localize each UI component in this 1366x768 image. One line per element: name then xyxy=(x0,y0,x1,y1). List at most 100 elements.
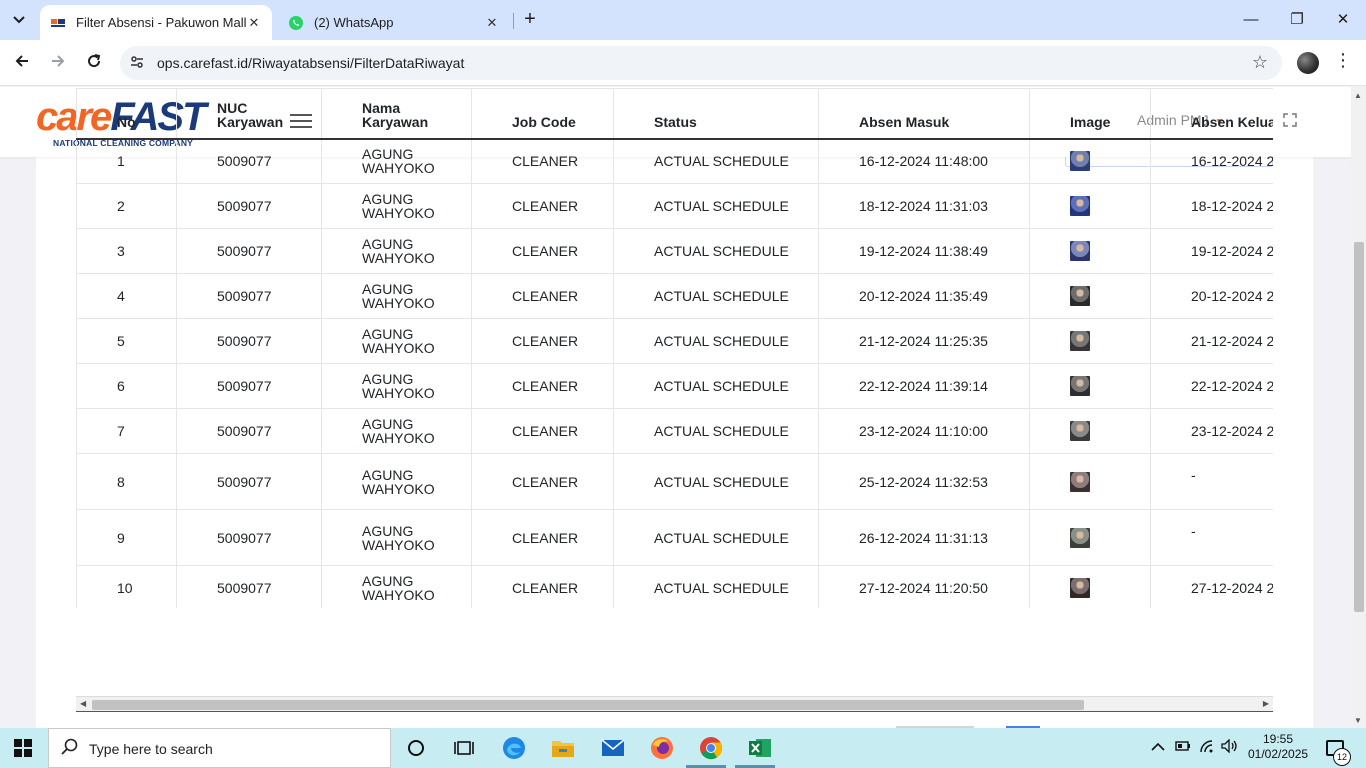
cell-image xyxy=(1029,138,1151,184)
excel-icon[interactable] xyxy=(745,734,775,762)
cell-status: ACTUAL SCHEDULE xyxy=(613,183,819,229)
table-row: 6 5009077 AGUNG WAHYOKO CLEANER ACTUAL SCHEDU… xyxy=(76,363,1273,409)
site-info-icon[interactable] xyxy=(128,54,146,72)
cortana-icon[interactable] xyxy=(401,734,431,762)
volume-icon[interactable] xyxy=(1221,738,1239,756)
cell-job: CLEANER xyxy=(471,138,614,184)
cell-nama: AGUNG WAHYOKO xyxy=(321,565,472,608)
selfie-thumbnail[interactable] xyxy=(1070,421,1090,441)
horizontal-scrollbar[interactable]: ◀ ▶ xyxy=(76,696,1273,712)
cell-status: ACTUAL SCHEDULE xyxy=(613,408,819,454)
tab-search-icon[interactable] xyxy=(6,7,32,33)
url-text[interactable]: ops.carefast.id/Riwayatabsensi/FilterDat… xyxy=(157,55,464,71)
menu-kebab-icon[interactable]: ⋮ xyxy=(1334,50,1352,71)
cell-absen-keluar: 19-12-2024 2 xyxy=(1150,228,1273,274)
cell-job: CLEANER xyxy=(471,273,614,319)
search-icon xyxy=(61,738,79,761)
cell-status: ACTUAL SCHEDULE xyxy=(613,138,819,184)
cell-status: ACTUAL SCHEDULE xyxy=(613,273,819,319)
cell-job: CLEANER xyxy=(471,453,614,510)
system-clock[interactable]: 19:55 01/02/2025 xyxy=(1248,732,1308,762)
cell-image xyxy=(1029,453,1151,510)
new-tab-button[interactable]: + xyxy=(518,8,542,32)
attendance-table: No NUC Karyawan Nama Karyawan Job Code Sta… xyxy=(76,88,1273,608)
cell-absen-masuk: 25-12-2024 11:32:53 xyxy=(818,453,1030,510)
wifi-icon[interactable] xyxy=(1199,739,1217,756)
scroll-down-icon[interactable]: ▼ xyxy=(1354,716,1362,725)
selfie-thumbnail[interactable] xyxy=(1070,286,1090,306)
cell-nuc: 5009077 xyxy=(176,363,322,409)
scroll-left-icon[interactable]: ◀ xyxy=(80,699,86,708)
tab-title: Filter Absensi - Pakuwon Mall Y xyxy=(76,15,246,30)
col-nuc[interactable]: NUC Karyawan xyxy=(176,88,322,140)
col-nama[interactable]: Nama Karyawan xyxy=(321,88,472,140)
cell-nama: AGUNG WAHYOKO xyxy=(321,408,472,454)
vertical-scrollbar[interactable]: ▲ ▼ xyxy=(1351,87,1366,728)
cell-image xyxy=(1029,318,1151,364)
forward-icon[interactable] xyxy=(44,49,72,77)
table-row: 3 5009077 AGUNG WAHYOKO CLEANER ACTUAL SCHEDU… xyxy=(76,228,1273,274)
carefast-favicon-icon xyxy=(50,16,66,29)
col-no[interactable]: No xyxy=(76,88,177,140)
cell-absen-keluar: 16-12-2024 2 xyxy=(1150,138,1273,184)
tab-filter-absensi[interactable]: Filter Absensi - Pakuwon Mall Y ✕ xyxy=(40,5,272,40)
cell-absen-masuk: 16-12-2024 11:48:00 xyxy=(818,138,1030,184)
restore-button[interactable]: ❐ xyxy=(1274,6,1320,34)
back-icon[interactable] xyxy=(8,49,36,77)
cell-status: ACTUAL SCHEDULE xyxy=(613,565,819,608)
col-status[interactable]: Status xyxy=(613,88,819,140)
close-tab-icon[interactable]: ✕ xyxy=(484,15,500,31)
scroll-up-icon[interactable]: ▲ xyxy=(1354,91,1362,100)
cell-image xyxy=(1029,273,1151,319)
col-absen-keluar[interactable]: Absen Keluar xyxy=(1150,88,1273,140)
search-placeholder: Type here to search xyxy=(89,741,213,757)
table-row: 4 5009077 AGUNG WAHYOKO CLEANER ACTUAL SCHEDU… xyxy=(76,273,1273,319)
scrollbar-thumb[interactable] xyxy=(1354,242,1364,612)
browser-toolbar: ops.carefast.id/Riwayatabsensi/FilterDat… xyxy=(0,40,1366,86)
task-view-icon[interactable] xyxy=(449,734,479,762)
cell-nuc: 5009077 xyxy=(176,228,322,274)
scroll-right-icon[interactable]: ▶ xyxy=(1263,699,1269,708)
selfie-thumbnail[interactable] xyxy=(1070,471,1090,492)
cell-status: ACTUAL SCHEDULE xyxy=(613,453,819,510)
col-job-code[interactable]: Job Code xyxy=(471,88,614,140)
mail-icon[interactable] xyxy=(598,734,628,762)
file-explorer-icon[interactable] xyxy=(548,734,578,762)
close-window-button[interactable]: ✕ xyxy=(1320,6,1366,34)
reload-icon[interactable] xyxy=(80,49,108,77)
fullscreen-icon[interactable] xyxy=(1283,113,1297,127)
cell-nuc: 5009077 xyxy=(176,509,322,566)
battery-icon[interactable] xyxy=(1175,739,1191,755)
firefox-icon[interactable] xyxy=(647,734,677,762)
tab-whatsapp[interactable]: (2) WhatsApp ✕ xyxy=(278,5,510,40)
close-tab-icon[interactable]: ✕ xyxy=(246,15,262,31)
minimize-button[interactable]: — xyxy=(1228,6,1274,34)
cell-image xyxy=(1029,509,1151,566)
cell-job: CLEANER xyxy=(471,509,614,566)
edge-icon[interactable] xyxy=(499,734,529,762)
scrollbar-thumb[interactable] xyxy=(92,700,1084,710)
cell-nuc: 5009077 xyxy=(176,183,322,229)
chevron-up-icon[interactable] xyxy=(1151,739,1165,755)
address-bar[interactable]: ops.carefast.id/Riwayatabsensi/FilterDat… xyxy=(120,46,1282,80)
col-absen-masuk[interactable]: Absen Masuk xyxy=(818,88,1030,140)
selfie-thumbnail[interactable] xyxy=(1070,196,1090,216)
chrome-icon[interactable] xyxy=(696,734,726,762)
taskbar-search[interactable]: Type here to search xyxy=(48,728,391,768)
windows-start-icon[interactable] xyxy=(14,739,32,757)
col-image[interactable]: Image xyxy=(1029,88,1151,140)
selfie-thumbnail[interactable] xyxy=(1070,376,1090,396)
selfie-thumbnail[interactable] xyxy=(1070,578,1090,598)
selfie-thumbnail[interactable] xyxy=(1070,151,1090,172)
cell-no: 8 xyxy=(76,453,177,510)
selfie-thumbnail[interactable] xyxy=(1070,241,1090,261)
cell-no: 5 xyxy=(76,318,177,364)
table-row: 2 5009077 AGUNG WAHYOKO CLEANER ACTUAL SCHEDU… xyxy=(76,183,1273,229)
bookmark-star-icon[interactable]: ☆ xyxy=(1252,52,1268,73)
selfie-thumbnail[interactable] xyxy=(1070,527,1090,548)
selfie-thumbnail[interactable] xyxy=(1070,331,1090,351)
profile-avatar[interactable] xyxy=(1297,52,1319,74)
whatsapp-icon xyxy=(289,15,303,30)
cell-image xyxy=(1029,228,1151,274)
cell-nama: AGUNG WAHYOKO xyxy=(321,228,472,274)
